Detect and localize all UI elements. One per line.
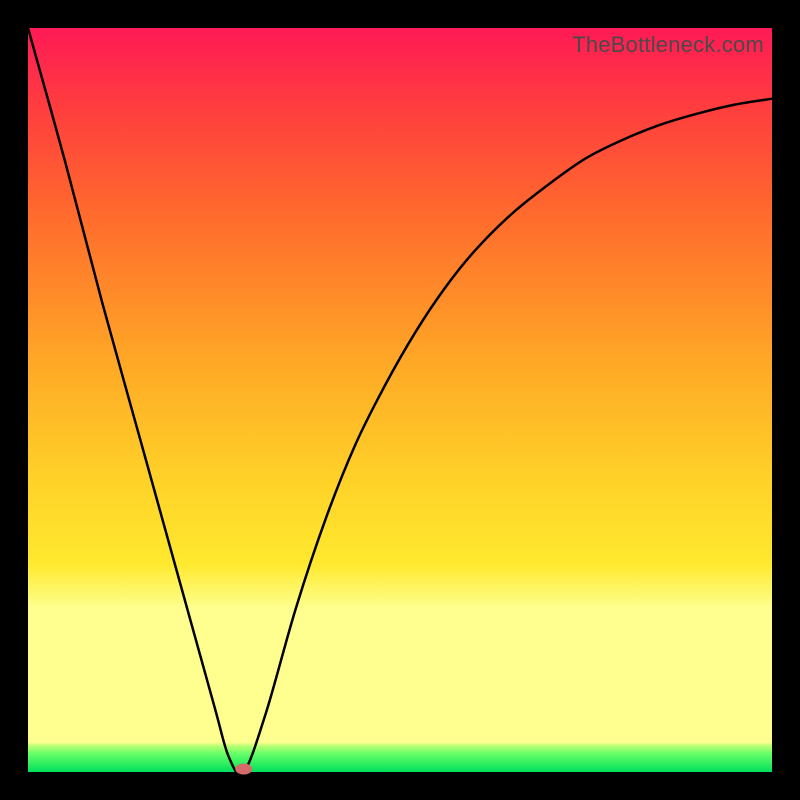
minimum-marker	[236, 764, 252, 774]
plot-area: TheBottleneck.com	[28, 28, 772, 772]
chart-root: TheBottleneck.com	[0, 0, 800, 800]
bottleneck-curve	[28, 28, 772, 772]
